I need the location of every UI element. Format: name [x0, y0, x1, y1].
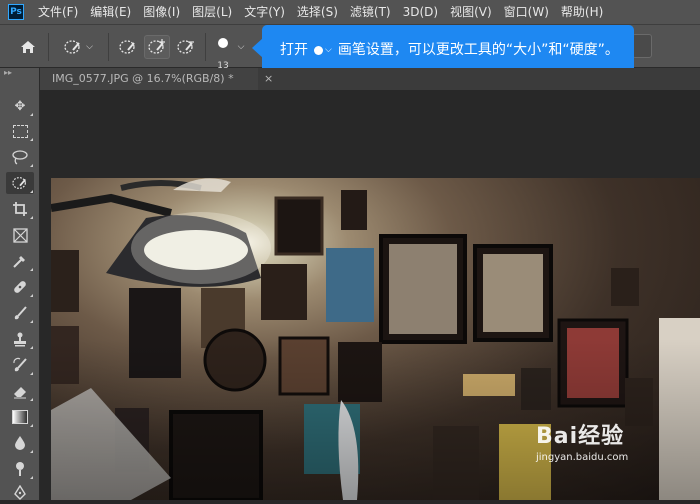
lasso-icon [12, 150, 28, 165]
chevron-down-icon: ⌵ [86, 42, 93, 52]
options-field[interactable] [632, 34, 652, 58]
frame-tool[interactable] [6, 224, 34, 246]
marquee-tool[interactable] [6, 120, 34, 142]
clone-stamp-tool[interactable] [6, 328, 34, 350]
eraser-tool[interactable] [6, 380, 34, 402]
history-brush-tool[interactable] [6, 354, 34, 376]
menu-type[interactable]: 文字(Y) [238, 0, 291, 24]
new-selection-icon [119, 40, 135, 54]
menu-view[interactable]: 视图(V) [444, 0, 498, 24]
tools-panel: ▸▸ ✥ [0, 68, 40, 500]
crop-icon [13, 202, 27, 216]
brush-icon [14, 306, 27, 320]
frame-icon [12, 227, 28, 243]
gradient-tool[interactable] [6, 406, 34, 428]
dodge-icon [16, 462, 24, 476]
bandage-icon [14, 281, 26, 293]
eyedropper-icon [13, 256, 25, 268]
menu-filter[interactable]: 滤镜(T) [344, 0, 397, 24]
quick-selection-tool[interactable] [6, 172, 34, 194]
eraser-icon [14, 387, 26, 399]
tool-preset-picker[interactable]: ⌵ [56, 35, 100, 59]
add-to-selection-button[interactable] [144, 35, 170, 59]
menu-bar: Ps 文件(F) 编辑(E) 图像(I) 图层(L) 文字(Y) 选择(S) 滤… [0, 0, 700, 24]
brush-picker-chevron[interactable]: ⌵ [235, 35, 247, 59]
eyedropper-tool[interactable] [6, 250, 34, 272]
pen-icon [14, 485, 26, 500]
tooltip-text-before: 打开 [280, 42, 308, 58]
new-selection-button[interactable] [115, 35, 141, 59]
menu-help[interactable]: 帮助(H) [555, 0, 609, 24]
menu-window[interactable]: 窗口(W) [498, 0, 555, 24]
tooltip-text-after: 画笔设置，可以更改工具的“大小”和“硬度”。 [337, 42, 619, 58]
menu-3d[interactable]: 3D(D) [397, 0, 444, 24]
baidu-watermark: Bai经验 jingyan.baidu.com [536, 418, 666, 463]
document-tab[interactable]: IMG_0577.JPG @ 16.7%(RGB/8) * [40, 68, 258, 90]
close-tab-icon[interactable]: × [264, 68, 273, 90]
quick-selection-icon [64, 40, 80, 54]
menu-select[interactable]: 选择(S) [291, 0, 344, 24]
subtract-from-selection-button[interactable] [173, 35, 199, 59]
stamp-icon [14, 332, 26, 347]
chevron-down-icon: ⌵ [237, 42, 245, 52]
brush-tip-icon [314, 45, 323, 55]
pen-tool[interactable] [6, 482, 34, 504]
brush-tool[interactable] [6, 302, 34, 324]
home-button[interactable] [12, 35, 44, 59]
gradient-icon [12, 410, 28, 424]
dodge-tool[interactable] [6, 458, 34, 480]
rectangular-marquee-icon [12, 124, 28, 138]
add-to-selection-icon [148, 39, 165, 54]
move-icon: ✥ [14, 98, 26, 114]
move-tool[interactable]: ✥ [6, 95, 34, 117]
blur-drop-icon [15, 436, 25, 450]
document-tab-bar: IMG_0577.JPG @ 16.7%(RGB/8) * × [40, 68, 700, 90]
crop-tool[interactable] [6, 198, 34, 220]
photoshop-logo: Ps [8, 4, 24, 20]
blur-tool[interactable] [6, 432, 34, 454]
healing-brush-tool[interactable] [6, 276, 34, 298]
menu-layer[interactable]: 图层(L) [186, 0, 238, 24]
subtract-from-selection-icon [177, 40, 194, 54]
watermark-url: jingyan.baidu.com [536, 452, 629, 463]
brush-tip-icon [218, 38, 228, 48]
quick-selection-icon [12, 177, 27, 189]
watermark-brand: Bai经验 [536, 424, 625, 449]
chevron-down-icon: ⌵ [325, 45, 332, 55]
menu-file[interactable]: 文件(F) [32, 0, 84, 24]
menu-image[interactable]: 图像(I) [137, 0, 186, 24]
collapse-panel-icon[interactable]: ▸▸ [4, 68, 12, 77]
home-icon [21, 41, 35, 53]
history-brush-icon [13, 357, 27, 372]
brush-picker-button[interactable] [211, 31, 235, 55]
lasso-tool[interactable] [6, 146, 34, 168]
menu-edit[interactable]: 编辑(E) [84, 0, 137, 24]
